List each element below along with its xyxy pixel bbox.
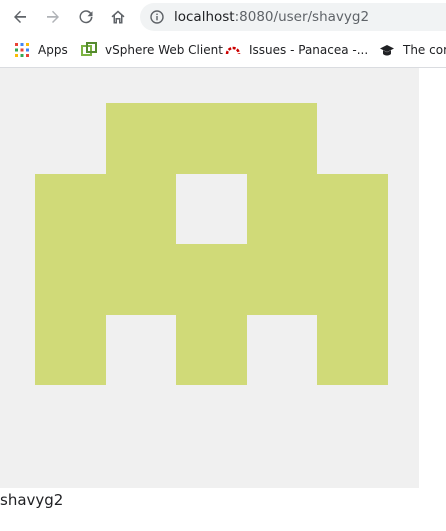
- bookmark-label: The com: [403, 43, 446, 57]
- bookmark-issues-panacea[interactable]: Issues - Panacea -...: [225, 41, 368, 59]
- identicon-cell: [247, 174, 317, 244]
- identicon-cell: [35, 244, 106, 315]
- reload-icon[interactable]: [74, 5, 98, 29]
- home-icon[interactable]: [106, 5, 130, 29]
- browser-chrome: localhost:8080/user/shavyg2 Apps vSphere…: [0, 0, 446, 68]
- url-path: :8080/user/shavyg2: [234, 9, 370, 25]
- address-bar[interactable]: localhost:8080/user/shavyg2: [140, 3, 446, 31]
- bookmark-vsphere[interactable]: vSphere Web Client: [81, 41, 223, 59]
- bookmark-label: Issues - Panacea -...: [249, 43, 369, 57]
- info-icon[interactable]: [150, 10, 164, 24]
- graduation-cap-icon: [380, 45, 394, 56]
- bookmark-apps[interactable]: Apps: [14, 41, 68, 59]
- identicon-cell: [106, 103, 176, 174]
- browser-toolbar: localhost:8080/user/shavyg2: [0, 0, 446, 34]
- identicon-cell: [106, 174, 176, 244]
- forward-icon[interactable]: [41, 5, 65, 29]
- bookmarks-bar: Apps vSphere Web Client Issues - Panacea…: [0, 35, 446, 65]
- identicon-avatar: [0, 68, 419, 488]
- identicon-cell: [35, 174, 106, 244]
- vsphere-icon: [81, 42, 97, 56]
- bookmark-label: Apps: [38, 43, 68, 57]
- identicon-cell: [176, 103, 247, 174]
- identicon-cell: [247, 244, 317, 315]
- identicon-cell: [35, 315, 106, 385]
- username-label: shavyg2: [0, 491, 64, 509]
- identicon-cell: [317, 315, 388, 385]
- identicon-cell: [176, 244, 247, 315]
- identicon-cell: [317, 244, 388, 315]
- url-host: localhost: [174, 9, 235, 25]
- redhat-icon: [225, 46, 241, 55]
- bookmark-label: vSphere Web Client: [105, 43, 223, 57]
- url-text[interactable]: localhost:8080/user/shavyg2: [174, 9, 369, 25]
- apps-grid-icon: [15, 43, 29, 57]
- bookmark-the-com[interactable]: The com: [379, 41, 446, 59]
- identicon-cell: [247, 103, 317, 174]
- back-icon[interactable]: [8, 5, 32, 29]
- identicon-cell: [317, 174, 388, 244]
- identicon-cell: [176, 315, 247, 385]
- identicon-cell: [106, 244, 176, 315]
